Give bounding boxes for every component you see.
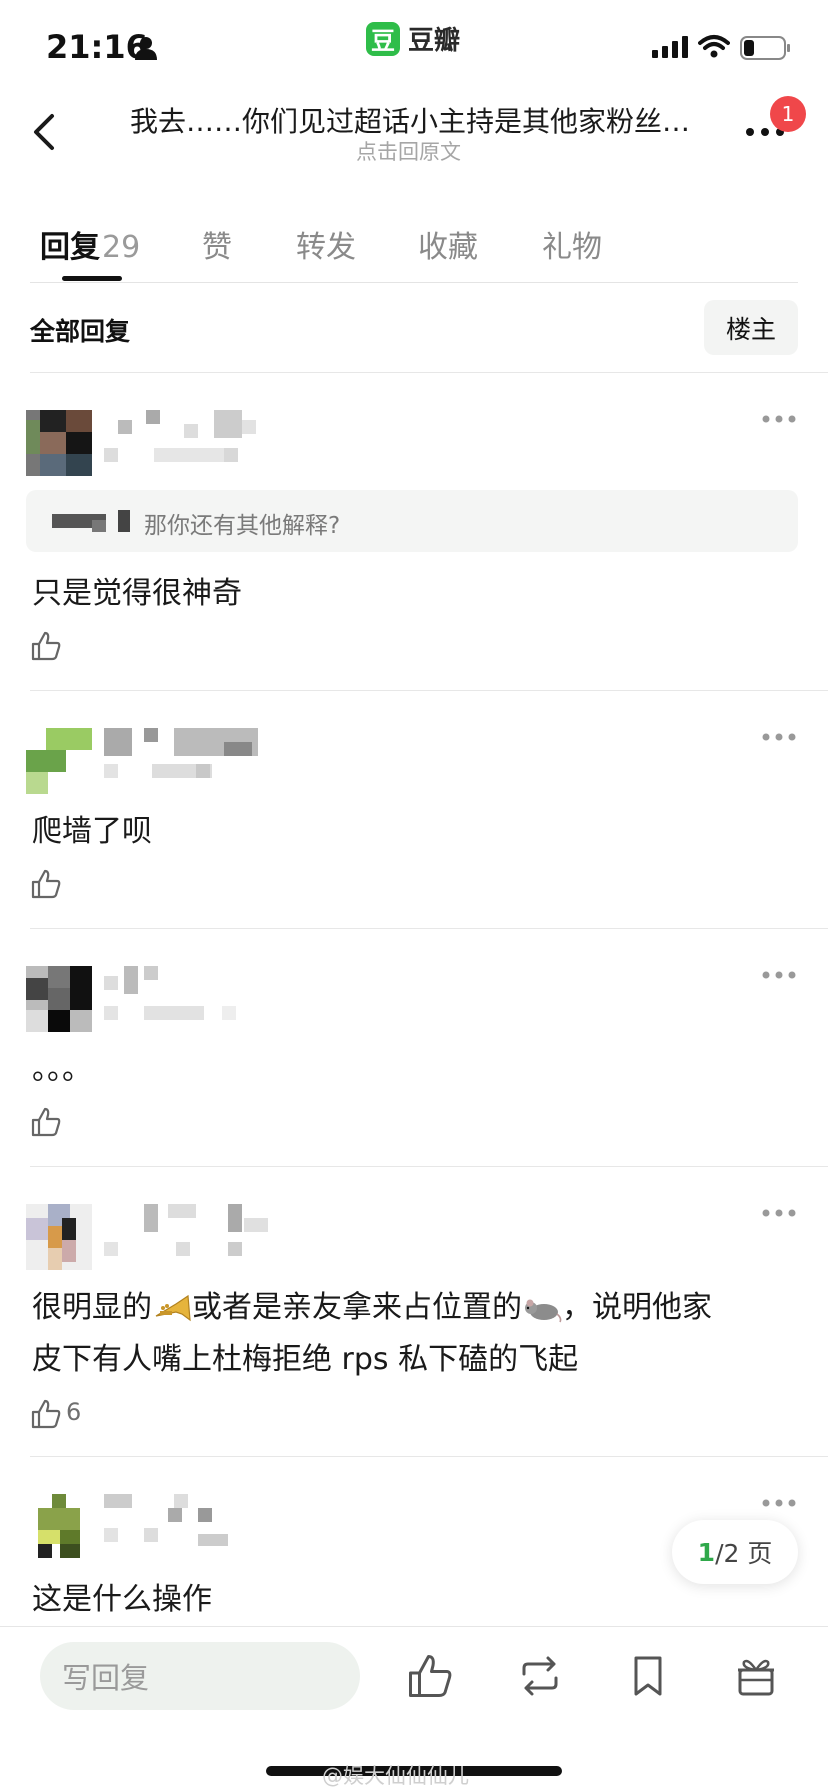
- thumbs-up-icon[interactable]: [30, 1398, 62, 1430]
- tab-gifts[interactable]: 礼物: [542, 222, 602, 266]
- app-badge: 豆 豆瓣: [366, 20, 460, 57]
- comment-more-icon[interactable]: [762, 970, 796, 980]
- avatar[interactable]: [26, 410, 92, 476]
- app-logo: 豆: [366, 21, 400, 56]
- section-divider: [30, 372, 828, 373]
- avatar[interactable]: [26, 966, 92, 1032]
- thumbs-up-icon[interactable]: [30, 630, 62, 662]
- comment-text: 只是觉得很神奇: [32, 576, 242, 611]
- like-post-icon[interactable]: [406, 1652, 454, 1700]
- comment-text-part2: 或者是亲友拿来占位置的: [192, 1290, 522, 1325]
- page-current: 1: [697, 1537, 716, 1567]
- tab-replies-count: 29: [102, 230, 141, 265]
- watermark: @娱大仙仙仙儿: [322, 1764, 469, 1788]
- comment-text-part1: 很明显的: [32, 1290, 152, 1325]
- comment-text-line2: 皮下有人嘴上杜梅拒绝 rps 私下磕的飞起: [32, 1342, 579, 1377]
- reply-input[interactable]: 写回复: [40, 1642, 360, 1710]
- trumpet-emoji: [155, 1294, 191, 1321]
- battery-icon: [740, 36, 790, 60]
- comment-more-icon[interactable]: [762, 732, 796, 742]
- repost-icon[interactable]: [516, 1652, 564, 1700]
- comment-text-part3: ，说明他家: [562, 1290, 712, 1325]
- username-redacted[interactable]: [104, 1204, 274, 1264]
- bottom-bar-divider: [0, 1626, 828, 1627]
- comment-more-icon[interactable]: [762, 414, 796, 424]
- username-redacted[interactable]: [104, 410, 264, 470]
- active-tab-indicator: [62, 276, 122, 281]
- gift-icon[interactable]: [732, 1652, 780, 1700]
- back-button[interactable]: [22, 108, 70, 156]
- quoted-reply[interactable]: 那你还有其他解释?: [26, 490, 798, 552]
- comment-more-icon[interactable]: [762, 1498, 796, 1508]
- comment-text: 很明显的 或者是亲友拿来占位置的 ，说明他家: [32, 1282, 712, 1326]
- rat-emoji: [525, 1299, 562, 1322]
- tabs-divider: [30, 282, 798, 283]
- thumbs-up-icon[interactable]: [30, 868, 62, 900]
- avatar[interactable]: [26, 1204, 92, 1270]
- username-redacted[interactable]: [104, 728, 264, 788]
- tab-collections[interactable]: 收藏: [418, 222, 478, 266]
- avatar[interactable]: [38, 1494, 104, 1560]
- signal-icon: [652, 36, 688, 58]
- comment-text: 。。。: [32, 1052, 92, 1087]
- person-icon: [135, 37, 157, 60]
- username-redacted[interactable]: [104, 1494, 254, 1554]
- page-total: /2 页: [715, 1539, 773, 1568]
- wifi-icon: [698, 35, 730, 58]
- back-to-post-link[interactable]: 点击回原文: [356, 136, 461, 166]
- quoted-username-redacted: [52, 510, 130, 532]
- comment-divider: [30, 1456, 828, 1457]
- comment-divider: [30, 1166, 828, 1167]
- comment-more-icon[interactable]: [762, 1208, 796, 1218]
- status-time: 21:16: [46, 28, 148, 66]
- post-title[interactable]: 我去……你们见过超话小主持是其他家粉丝的吗: [130, 100, 700, 140]
- like-count: 6: [66, 1398, 82, 1426]
- app-name: 豆瓣: [408, 26, 461, 56]
- comment-text: 爬墙了呗: [32, 814, 152, 849]
- bookmark-icon[interactable]: [624, 1652, 672, 1700]
- quoted-text: 那你还有其他解释?: [144, 513, 341, 539]
- username-redacted[interactable]: [104, 966, 264, 1026]
- avatar[interactable]: [26, 728, 92, 794]
- comment-text: 这是什么操作: [32, 1582, 212, 1617]
- tab-reposts[interactable]: 转发: [296, 222, 356, 266]
- comment-divider: [30, 928, 828, 929]
- notification-badge: 1: [770, 96, 806, 132]
- all-replies-title: 全部回复: [30, 317, 131, 346]
- tab-replies[interactable]: 回复29: [40, 222, 140, 266]
- thumbs-up-icon[interactable]: [30, 1106, 62, 1138]
- page-indicator[interactable]: 1/2 页: [672, 1520, 798, 1584]
- tab-likes[interactable]: 赞: [202, 222, 232, 266]
- tab-replies-label: 回复: [40, 230, 100, 265]
- op-only-button[interactable]: 楼主: [704, 300, 798, 355]
- comment-divider: [30, 690, 828, 691]
